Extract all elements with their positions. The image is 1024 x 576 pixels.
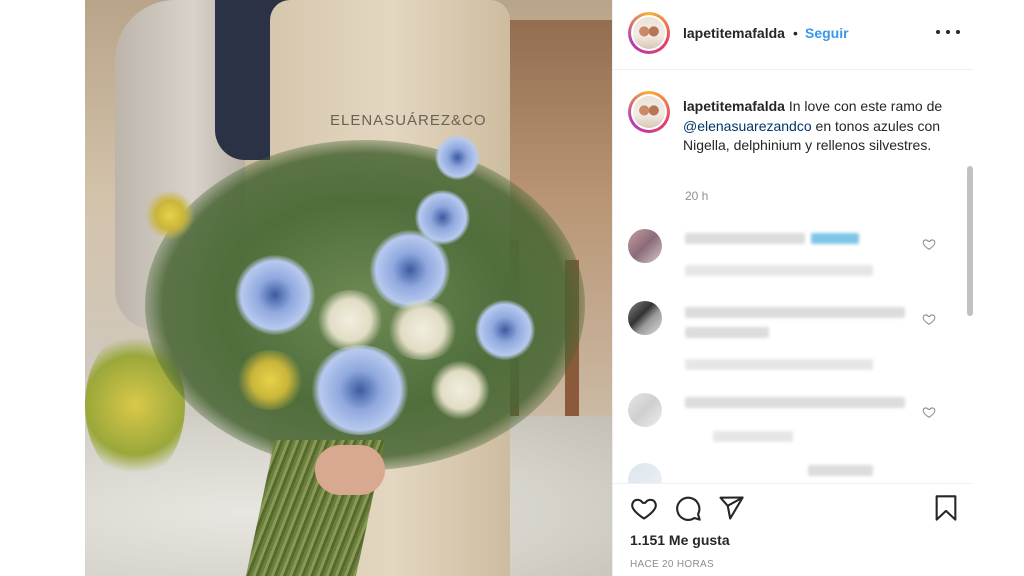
comment-avatar[interactable] [628, 301, 662, 335]
post-actions: 1.151 Me gusta HACE 20 HORAS [613, 483, 973, 576]
comment-meta [713, 431, 793, 442]
likes-count[interactable]: 1.151 Me gusta [630, 532, 730, 548]
nigella-flower [475, 300, 535, 360]
caption: lapetitemafalda In love con este ramo de… [683, 97, 943, 156]
bookmark-icon[interactable] [932, 494, 960, 522]
comment-text [685, 307, 905, 318]
nigella-flower [235, 255, 315, 335]
comment-text [685, 397, 905, 408]
comment-avatar[interactable] [628, 229, 662, 263]
comment-meta [685, 359, 873, 370]
posted-time[interactable]: HACE 20 HORAS [630, 559, 714, 570]
comment-avatar[interactable] [628, 393, 662, 427]
more-icon[interactable] [936, 24, 960, 40]
nigella-flower [415, 190, 470, 245]
nigella-flower [435, 135, 480, 180]
comment-text [808, 465, 873, 476]
delphinium-flower [310, 345, 410, 435]
header-separator: • [793, 25, 798, 41]
white-bloom [385, 300, 460, 360]
post-header: lapetitemafalda • Seguir [613, 0, 973, 70]
caption-time[interactable]: 20 h [685, 189, 708, 203]
white-bloom [430, 360, 490, 420]
share-icon[interactable] [717, 494, 745, 522]
comment-like-icon[interactable] [922, 237, 936, 251]
yellow-bloom [235, 350, 305, 410]
comment-text [811, 233, 859, 244]
caption-username[interactable]: lapetitemafalda [683, 98, 785, 114]
comment-like-icon[interactable] [922, 312, 936, 326]
post-photo[interactable]: ELENASUÁREZ&CO [85, 0, 612, 576]
follow-button[interactable]: Seguir [805, 25, 849, 41]
scrollbar[interactable] [967, 166, 973, 316]
heart-icon[interactable] [630, 494, 658, 522]
comment-text [685, 327, 769, 338]
apron-brand-text: ELENASUÁREZ&CO [330, 112, 487, 129]
caption-avatar[interactable] [628, 91, 670, 133]
white-bloom [315, 290, 385, 350]
comment-like-icon[interactable] [922, 405, 936, 419]
comment-text [685, 233, 805, 244]
caption-text-before: In love con este ramo de [788, 98, 943, 114]
comment-icon[interactable] [674, 494, 702, 522]
hand [315, 445, 385, 495]
caption-mention[interactable]: @elenasuarezandco [683, 118, 812, 134]
comment-avatar[interactable] [628, 463, 662, 483]
yellow-bloom [145, 190, 195, 240]
header-username[interactable]: lapetitemafalda [683, 25, 785, 41]
post-sidebar: lapetitemafalda • Seguir lapetitemafalda… [612, 0, 973, 576]
avatar[interactable] [628, 12, 670, 54]
comment-meta [685, 265, 873, 276]
comments-scroll-area[interactable]: lapetitemafalda In love con este ramo de… [613, 71, 973, 483]
